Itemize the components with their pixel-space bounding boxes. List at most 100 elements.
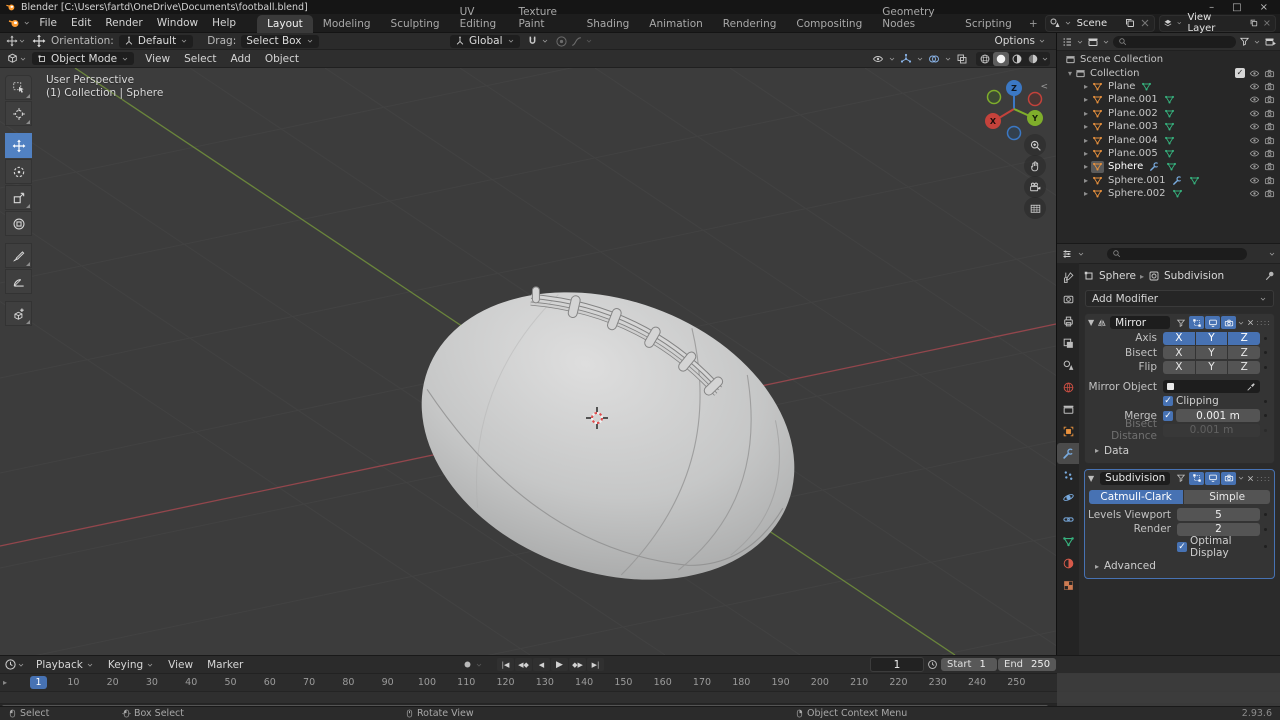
drag-handle[interactable]: ::::: [1256, 474, 1271, 483]
mirror-name-field[interactable]: Mirror: [1110, 316, 1170, 329]
properties-tab-object[interactable]: [1057, 421, 1079, 442]
bisect-y-button[interactable]: Y: [1196, 346, 1228, 359]
remove-view-layer-icon[interactable]: [1262, 17, 1272, 29]
properties-tab-tool[interactable]: [1057, 267, 1079, 288]
prev-keyframe-button[interactable]: ◀◆: [515, 658, 532, 671]
properties-tab-material[interactable]: [1057, 553, 1079, 574]
hide-viewport-icon[interactable]: [1249, 81, 1260, 92]
zoom-button[interactable]: [1024, 134, 1046, 156]
hide-viewport-icon[interactable]: [1249, 188, 1260, 199]
menu-help[interactable]: Help: [205, 15, 243, 31]
frame-start-field[interactable]: Start 1: [941, 658, 997, 671]
workspace-tab-shading[interactable]: Shading: [577, 15, 640, 33]
workspace-tab-sculpting[interactable]: Sculpting: [381, 15, 450, 33]
outliner-display-mode-icon[interactable]: [1061, 36, 1073, 48]
expand-arrow[interactable]: ▾: [1065, 69, 1075, 78]
mode-dropdown[interactable]: Object Mode: [32, 52, 134, 65]
timeline-collapse-arrow[interactable]: ▸: [3, 678, 7, 687]
timeline-menu-marker[interactable]: Marker: [200, 657, 250, 673]
disable-render-icon[interactable]: [1264, 121, 1275, 132]
maximize-button[interactable]: □: [1232, 2, 1241, 13]
clipping-checkbox[interactable]: ✓: [1163, 396, 1173, 406]
shading-material-button[interactable]: [1009, 52, 1025, 66]
region-collapse-arrow[interactable]: <: [1040, 82, 1048, 92]
drag-dropdown[interactable]: Select Box: [241, 35, 318, 48]
menu-file[interactable]: File: [32, 15, 64, 31]
merge-value-field[interactable]: 0.001 m: [1176, 409, 1260, 422]
edit-mode-display-toggle[interactable]: [1189, 316, 1204, 329]
viewport-3d[interactable]: User Perspective (1) Collection | Sphere…: [0, 68, 1056, 655]
gizmos-toggle[interactable]: [898, 52, 914, 66]
hide-viewport-icon[interactable]: [1249, 108, 1260, 119]
modifier-icon[interactable]: [1148, 270, 1160, 282]
axis-z-button[interactable]: Z: [1228, 332, 1260, 345]
gizmo-axis-neg-y[interactable]: [988, 91, 1001, 104]
camera-view-button[interactable]: [1024, 176, 1046, 198]
expand-arrow[interactable]: ▸: [1081, 82, 1091, 91]
expand-arrow[interactable]: ▸: [1081, 162, 1091, 171]
flip-x-button[interactable]: X: [1163, 361, 1195, 374]
viewport-menu-view[interactable]: View: [138, 51, 177, 67]
hide-viewport-icon[interactable]: [1249, 175, 1260, 186]
chevron-down-icon[interactable]: [1237, 319, 1245, 327]
transform-orientation-dropdown[interactable]: Global: [450, 35, 520, 48]
properties-tab-world[interactable]: [1057, 377, 1079, 398]
new-collection-icon[interactable]: [1264, 36, 1276, 48]
workspace-tab-rendering[interactable]: Rendering: [713, 15, 787, 33]
workspace-tab-animation[interactable]: Animation: [639, 15, 713, 33]
pin-icon[interactable]: [1264, 270, 1276, 282]
close-button[interactable]: ×: [1260, 2, 1268, 13]
hide-viewport-icon[interactable]: [1249, 148, 1260, 159]
outliner-item-plane-004[interactable]: ▸Plane.004: [1057, 133, 1280, 146]
catmull-clark-button[interactable]: Catmull-Clark: [1089, 490, 1183, 504]
editor-type-icon[interactable]: [6, 52, 19, 65]
axis-y-button[interactable]: Y: [1196, 332, 1228, 345]
properties-tab-texture[interactable]: [1057, 575, 1079, 596]
overlays-toggle[interactable]: [926, 52, 942, 66]
jump-end-button[interactable]: ▶|: [587, 658, 604, 671]
vertex-group-filter-icon[interactable]: [1173, 316, 1188, 329]
timeline-menu-playback[interactable]: Playback: [29, 657, 101, 673]
object-icon[interactable]: [1083, 270, 1095, 282]
shading-rendered-button[interactable]: [1025, 52, 1041, 66]
xray-toggle[interactable]: [954, 52, 970, 66]
expand-arrow[interactable]: ▸: [1081, 189, 1091, 198]
properties-tab-collection[interactable]: [1057, 399, 1079, 420]
add-workspace-button[interactable]: +: [1022, 15, 1045, 33]
expand-arrow[interactable]: ▸: [1081, 109, 1091, 118]
move-tool[interactable]: [5, 133, 32, 158]
workspace-tab-texture-paint[interactable]: Texture Paint: [508, 3, 576, 33]
proportional-editing-toggle[interactable]: [555, 35, 593, 48]
outliner-item-sphere-002[interactable]: ▸Sphere.002: [1057, 187, 1280, 200]
bisect-x-button[interactable]: X: [1163, 346, 1195, 359]
flip-y-button[interactable]: Y: [1196, 361, 1228, 374]
shading-solid-button[interactable]: [993, 52, 1009, 66]
football-model[interactable]: [381, 243, 835, 630]
render-display-toggle[interactable]: [1221, 316, 1236, 329]
perspective-toggle-button[interactable]: [1024, 197, 1046, 219]
realtime-display-toggle[interactable]: [1205, 316, 1220, 329]
mirror-object-field[interactable]: [1163, 380, 1260, 393]
properties-tab-render[interactable]: [1057, 289, 1079, 310]
outliner-item-plane-003[interactable]: ▸Plane.003: [1057, 120, 1280, 133]
drag-handle[interactable]: ::::: [1256, 318, 1271, 327]
expand-arrow[interactable]: ▸: [1081, 95, 1091, 104]
menu-edit[interactable]: Edit: [64, 15, 98, 31]
scale-tool[interactable]: [5, 185, 32, 210]
properties-tab-particles[interactable]: [1057, 465, 1079, 486]
auto-keying-toggle[interactable]: [462, 659, 483, 670]
hide-viewport-icon[interactable]: [1249, 68, 1260, 79]
outliner-item-sphere-001[interactable]: ▸Sphere.001: [1057, 174, 1280, 187]
outliner-scope-icon[interactable]: [1087, 36, 1099, 48]
timeline-menu-keying[interactable]: Keying: [101, 657, 161, 673]
outliner-item-plane-005[interactable]: ▸Plane.005: [1057, 147, 1280, 160]
properties-search-input[interactable]: [1107, 248, 1247, 260]
orientation-dropdown[interactable]: Default: [119, 35, 193, 48]
new-view-layer-icon[interactable]: [1249, 17, 1259, 29]
viewport-menu-select[interactable]: Select: [177, 51, 223, 67]
axis-x-button[interactable]: X: [1163, 332, 1195, 345]
workspace-tab-scripting[interactable]: Scripting: [955, 15, 1022, 33]
delete-modifier-icon[interactable]: [1246, 318, 1255, 327]
workspace-tab-compositing[interactable]: Compositing: [786, 15, 872, 33]
flip-z-button[interactable]: Z: [1228, 361, 1260, 374]
